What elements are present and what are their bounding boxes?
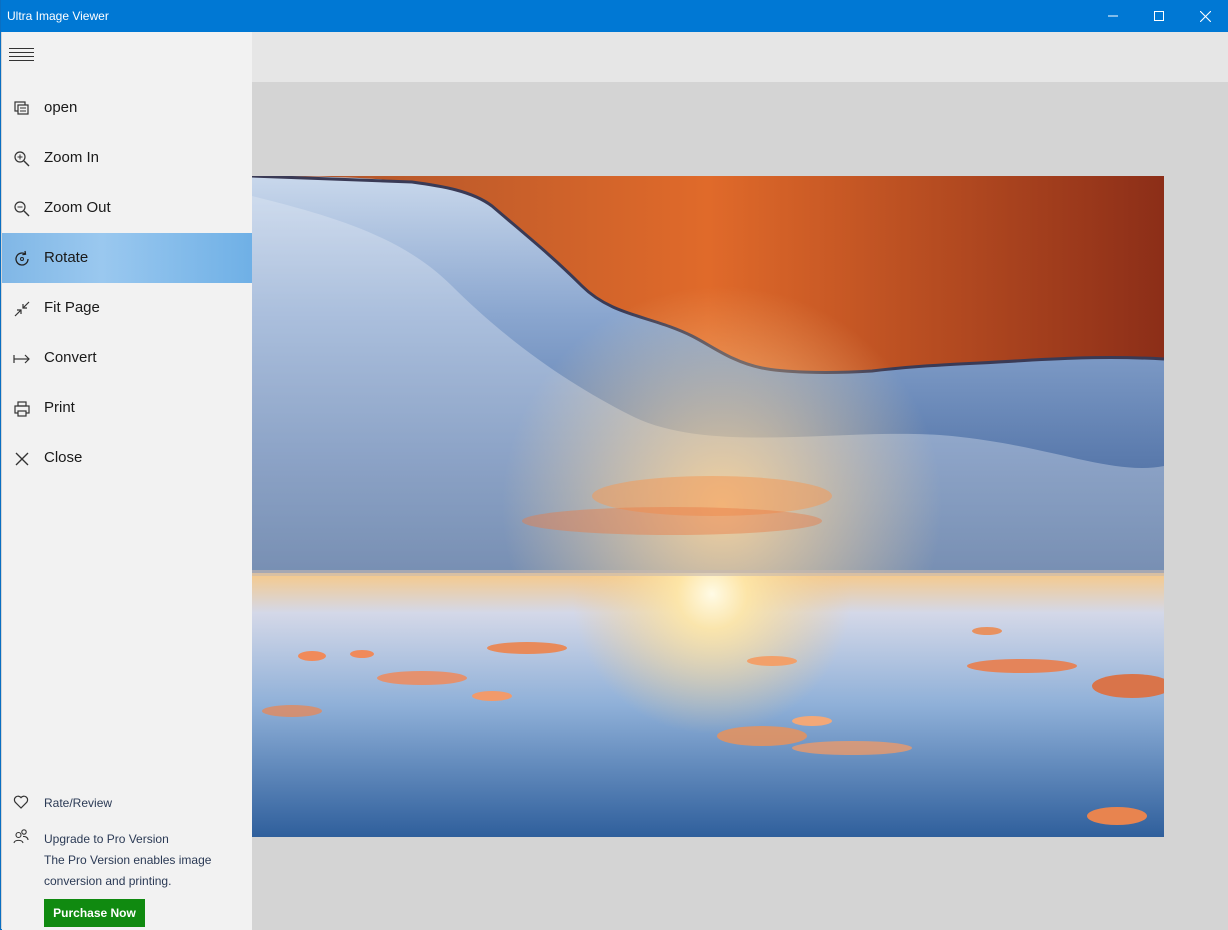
menu-item-close[interactable]: Close: [2, 433, 252, 483]
close-icon: [1199, 10, 1211, 22]
open-icon: [14, 101, 29, 115]
convert-icon: [13, 354, 30, 364]
upgrade-description-line2: conversion and printing.: [44, 874, 172, 888]
menu-item-rotate[interactable]: Rotate: [2, 233, 252, 283]
hamburger-menu-button[interactable]: [9, 48, 35, 64]
title-bar[interactable]: Ultra Image Viewer: [1, 0, 1228, 32]
displayed-image[interactable]: [252, 176, 1164, 837]
rate-review-label: Rate/Review: [44, 796, 113, 810]
rotate-icon: [15, 250, 29, 266]
top-command-strip: [252, 32, 1228, 82]
menu-label-convert: Convert: [44, 349, 97, 366]
rotated-beach-sunset-image: [252, 176, 1164, 837]
menu-label-close: Close: [44, 449, 83, 466]
upgrade-description-line1: The Pro Version enables image: [44, 853, 212, 867]
app-window: Ultra Image Viewer open Zoom In Zoom Out…: [0, 0, 1228, 930]
fit-page-icon: [14, 301, 30, 317]
menu-label-rotate: Rotate: [44, 249, 89, 266]
upgrade-section[interactable]: Upgrade to Pro Version The Pro Version e…: [2, 822, 252, 892]
close-icon: [15, 452, 29, 466]
upgrade-label: Upgrade to Pro Version: [44, 832, 169, 846]
minimize-button[interactable]: [1090, 0, 1136, 32]
menu-item-open[interactable]: open: [2, 83, 252, 133]
people-icon: [13, 829, 29, 844]
rate-review-link[interactable]: Rate/Review: [2, 786, 252, 816]
menu-item-zoom-out[interactable]: Zoom Out: [2, 183, 252, 233]
maximize-icon: [1154, 11, 1164, 21]
menu-label-zoom-out: Zoom Out: [44, 199, 111, 216]
menu-item-zoom-in[interactable]: Zoom In: [2, 133, 252, 183]
menu-item-fit-page[interactable]: Fit Page: [2, 283, 252, 333]
menu-label-zoom-in: Zoom In: [44, 149, 100, 166]
minimize-icon: [1108, 15, 1118, 17]
menu-item-convert[interactable]: Convert: [2, 333, 252, 383]
zoom-in-icon: [14, 151, 30, 167]
window-close-button[interactable]: [1182, 0, 1228, 32]
menu-label-open: open: [44, 99, 78, 116]
window-title: Ultra Image Viewer: [7, 9, 109, 23]
print-icon: [14, 401, 30, 417]
purchase-now-button[interactable]: Purchase Now: [44, 899, 145, 927]
menu-item-print[interactable]: Print: [2, 383, 252, 433]
zoom-out-icon: [14, 201, 30, 217]
menu-label-fit-page: Fit Page: [44, 299, 100, 316]
heart-icon: [13, 795, 29, 809]
maximize-button[interactable]: [1136, 0, 1182, 32]
menu-label-print: Print: [44, 399, 75, 416]
